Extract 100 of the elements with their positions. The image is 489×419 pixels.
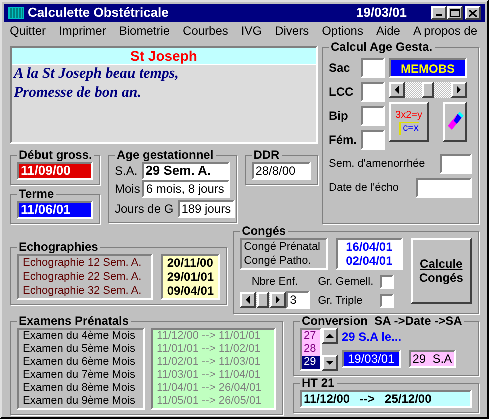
checkbox-label: Gr. Gemell.: [318, 275, 374, 290]
left-arrow-button[interactable]: [240, 292, 256, 308]
list-item: 29/01/01: [167, 270, 214, 284]
list-option[interactable]: 29: [302, 356, 320, 369]
down-arrow-button[interactable]: [322, 355, 338, 371]
input-field[interactable]: [361, 58, 385, 78]
date-field[interactable]: 11/06/01: [17, 201, 93, 219]
minimize-button[interactable]: [431, 6, 447, 20]
input-field[interactable]: 28/8/00: [252, 162, 311, 180]
group-title: HT 21: [301, 376, 336, 390]
close-icon: [469, 10, 477, 16]
list-option[interactable]: 27: [302, 330, 320, 343]
close-button[interactable]: [465, 6, 481, 20]
left-arrow-icon: [246, 296, 250, 304]
calculate-leave-button[interactable]: Calcule Congés: [410, 238, 472, 304]
input-field[interactable]: [361, 106, 385, 126]
input-field[interactable]: 189 jours: [178, 200, 236, 218]
list-item: Congé Patho.: [244, 254, 312, 268]
input-field[interactable]: 3: [286, 290, 310, 308]
eraser-button[interactable]: [443, 102, 467, 142]
group-title: Conversion SA ->Date ->SA: [301, 314, 464, 328]
formula-text: 3x2=y: [396, 110, 422, 122]
list-option[interactable]: 28: [302, 343, 320, 356]
field-label: Nbre Enf.: [252, 275, 298, 290]
maximize-button[interactable]: [447, 6, 463, 20]
checkbox[interactable]: [380, 275, 394, 290]
menu-item[interactable]: Quitter: [10, 22, 46, 40]
list-item: Echographie 22 Sem. A.: [23, 270, 143, 284]
input-field[interactable]: 29 Sem. A.: [142, 162, 230, 180]
group-title: DDR: [252, 148, 281, 162]
calculator-button[interactable]: 3x2=y c=x: [389, 102, 429, 142]
input-field[interactable]: 6 mois, 8 jours: [142, 180, 230, 198]
list-item: Examen du 7ème Mois: [23, 369, 136, 382]
menu-item[interactable]: IVG: [241, 22, 262, 40]
input-field[interactable]: 29 S.A: [408, 350, 456, 368]
list-item: 11/12/00 --> 11/01/01: [157, 330, 262, 343]
input-field[interactable]: [361, 82, 385, 102]
quote-line: A la St Joseph beau temps,: [12, 65, 180, 84]
input-field[interactable]: 11/12/00 --> 25/12/00: [300, 390, 472, 408]
input-field[interactable]: [416, 178, 472, 198]
field-label: Date de l'écho: [329, 180, 399, 196]
menu-item[interactable]: Biometrie: [119, 22, 170, 40]
field-label: LCC: [329, 84, 355, 101]
menu-item[interactable]: A propos de: [413, 22, 478, 40]
list-item: Examen du 9ème Mois: [23, 395, 136, 408]
field-label: Sac: [329, 60, 352, 77]
list-item: 11/05/01 --> 26/05/01: [157, 395, 263, 408]
menu-item[interactable]: Imprimer: [59, 22, 106, 40]
date-field[interactable]: 19/03/01: [342, 350, 401, 368]
menu-item[interactable]: Options: [322, 22, 364, 40]
down-arrow-icon: [326, 361, 334, 365]
field-label: Bip: [329, 108, 350, 125]
conversion-caption: 29 S.A le...: [342, 329, 403, 346]
list-item: 20/11/00: [167, 256, 214, 270]
group-title: Congés: [241, 224, 288, 238]
quote-line: Promesse de bon an.: [13, 84, 142, 103]
group-title: Début gross.: [18, 148, 94, 162]
right-arrow-button[interactable]: [270, 292, 286, 308]
input-field[interactable]: [361, 130, 385, 150]
slider-thumb[interactable]: [422, 82, 434, 98]
right-arrow-button[interactable]: [451, 82, 467, 98]
calculator-icon: [8, 7, 24, 19]
list-item: Examen du 5ème Mois: [23, 343, 136, 356]
checkbox-label: Gr. Triple: [318, 294, 364, 308]
group-title: Terme: [18, 187, 56, 201]
title-date: 19/03/01: [356, 4, 407, 22]
field-label: Sem. d'amenorrhée: [329, 156, 426, 172]
list-item: 16/04/01: [346, 240, 393, 254]
list-item: Examen du 8ème Mois: [23, 382, 136, 395]
group-title: Echographies: [18, 240, 100, 254]
week-list[interactable]: 27 28 29: [300, 328, 322, 371]
list-item: Echographie 12 Sem. A.: [23, 256, 143, 270]
menu-item[interactable]: Aide: [376, 22, 400, 40]
list-item: 11/04/01 --> 26/04/01: [157, 382, 263, 395]
list-item: 11/02/01 --> 11/03/01: [157, 356, 262, 369]
list-item: Congé Prénatal: [244, 240, 322, 254]
list-item: 09/04/01: [167, 284, 214, 298]
quote-title: St Joseph: [12, 48, 316, 65]
checkbox[interactable]: [380, 294, 394, 308]
field-label: Jours de G: [115, 201, 174, 218]
menu-item[interactable]: Divers: [275, 22, 310, 40]
left-arrow-button[interactable]: [389, 82, 405, 98]
list-item: Examen du 4ème Mois: [23, 330, 136, 343]
memobs-button[interactable]: MEMOBS: [389, 58, 467, 78]
list-item: Examen du 6ème Mois: [23, 356, 136, 369]
list-item: Echographie 32 Sem. A.: [23, 284, 143, 298]
menu-item[interactable]: Courbes: [183, 22, 228, 40]
list-item: 02/04/01: [346, 254, 393, 268]
window-title: Calculette Obstétricale: [28, 4, 169, 22]
minimize-icon: [436, 14, 442, 16]
right-arrow-icon: [276, 296, 280, 304]
date-field[interactable]: 11/09/00: [17, 162, 93, 180]
field-label: Fém.: [329, 132, 358, 149]
input-field[interactable]: [440, 154, 472, 174]
up-arrow-icon: [326, 334, 334, 338]
formula-text: c=x: [399, 122, 419, 134]
up-arrow-button[interactable]: [322, 328, 338, 344]
field-label: Mois: [115, 181, 140, 198]
right-arrow-icon: [457, 86, 461, 94]
group-title: Calcul Age Gesta.: [330, 40, 434, 54]
